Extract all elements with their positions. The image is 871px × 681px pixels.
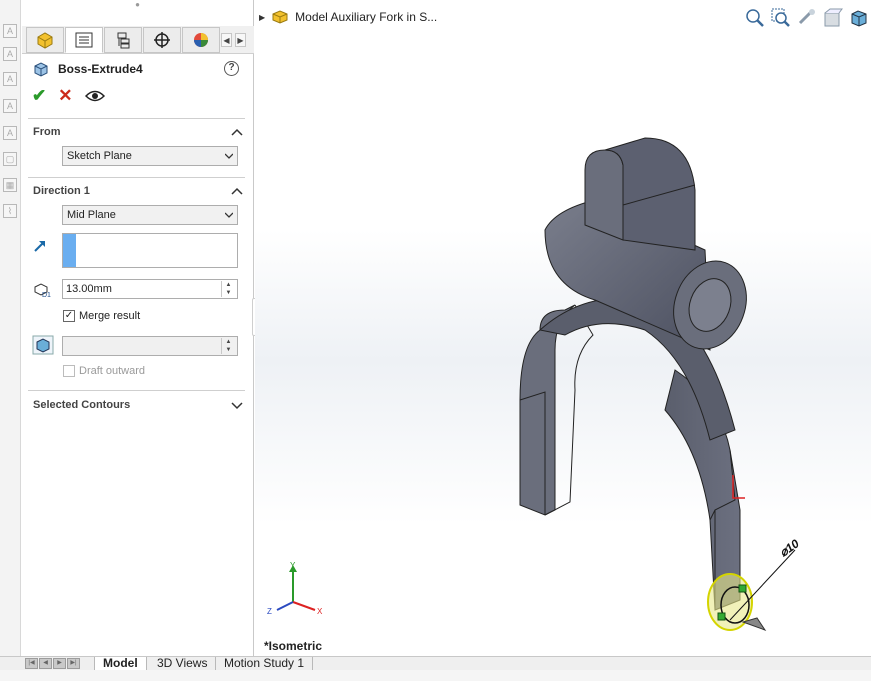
appearance-icon bbox=[194, 33, 208, 47]
chevron-down-icon bbox=[225, 212, 233, 218]
heads-up-toolbar bbox=[745, 8, 869, 28]
tab-dimxpert-manager[interactable] bbox=[143, 27, 181, 53]
action-buttons: ✔ ✕ bbox=[32, 86, 105, 106]
divider bbox=[28, 177, 245, 178]
sketch-text-icon[interactable]: A bbox=[3, 24, 17, 38]
cancel-button[interactable]: ✕ bbox=[58, 86, 72, 106]
draft-outward-checkbox[interactable] bbox=[63, 365, 75, 377]
sketch-text-icon[interactable]: A bbox=[3, 47, 17, 61]
expand-arrow-icon[interactable]: ▶ bbox=[259, 13, 265, 22]
preview-eye-icon[interactable] bbox=[84, 89, 105, 103]
merge-result-label: Merge result bbox=[79, 310, 141, 322]
merge-result-checkbox[interactable]: ✓ bbox=[63, 310, 75, 322]
direction1-group-title: Direction 1 bbox=[33, 185, 90, 197]
selected-contours-title: Selected Contours bbox=[33, 399, 131, 411]
chevron-down-icon bbox=[225, 153, 233, 159]
tab-motion-study[interactable]: Motion Study 1 bbox=[216, 657, 314, 671]
svg-text:D1: D1 bbox=[42, 292, 51, 298]
direction-selection-box[interactable] bbox=[62, 233, 238, 268]
layer-icon[interactable]: ▢ bbox=[3, 152, 17, 166]
help-icon[interactable]: ? bbox=[224, 61, 239, 76]
view-orientation-icon[interactable] bbox=[849, 8, 869, 28]
draft-angle-input[interactable]: ▲ ▼ bbox=[62, 336, 238, 356]
feature-title: Boss-Extrude4 bbox=[58, 62, 143, 76]
end-condition-select[interactable]: Mid Plane bbox=[62, 205, 238, 225]
status-bar bbox=[0, 670, 871, 681]
fork-model[interactable] bbox=[505, 130, 805, 640]
draft-outward-row[interactable]: Draft outward bbox=[63, 365, 145, 377]
tab-navigation: |◀ ◀ ▶ ▶| bbox=[25, 658, 80, 669]
from-group-title: From bbox=[33, 126, 61, 138]
from-select-value: Sketch Plane bbox=[67, 150, 132, 162]
draft-outward-label: Draft outward bbox=[79, 365, 146, 377]
divider bbox=[28, 390, 245, 391]
part-icon bbox=[272, 10, 288, 24]
tool-icon[interactable]: ⌇ bbox=[3, 204, 17, 218]
tab-model[interactable]: Model bbox=[94, 657, 147, 671]
boss-extrude-icon bbox=[34, 62, 48, 77]
depth-input[interactable]: 13.00mm ▲ ▼ bbox=[62, 279, 238, 299]
previous-view-icon[interactable] bbox=[797, 8, 817, 28]
direction-arrow-icon[interactable] bbox=[32, 238, 48, 254]
selection-focus-accent bbox=[63, 234, 76, 267]
part-name: Model Auxiliary Fork in S... bbox=[295, 10, 438, 24]
zoom-area-icon[interactable] bbox=[771, 8, 791, 28]
feature-tree-icon bbox=[37, 32, 53, 49]
from-select[interactable]: Sketch Plane bbox=[62, 146, 238, 166]
tab-feature-manager[interactable] bbox=[26, 27, 64, 53]
ok-button[interactable]: ✔ bbox=[32, 86, 46, 106]
feature-tree-flyout[interactable]: ▶ Model Auxiliary Fork in S... bbox=[259, 9, 437, 25]
tab-scroll-left[interactable]: ◀ bbox=[221, 33, 232, 47]
tab-property-manager[interactable] bbox=[65, 27, 103, 53]
manager-tabbar: ◀ ▶ bbox=[22, 26, 254, 54]
zoom-to-fit-icon[interactable] bbox=[745, 8, 765, 28]
triad-x-label: X bbox=[317, 607, 323, 616]
chevron-up-icon[interactable] bbox=[231, 186, 243, 196]
property-manager: ● ◀ ▶ Boss-Extrude4 ? ✔ ✕ From Sketch Pl… bbox=[22, 0, 254, 656]
depth-value: 13.00mm bbox=[66, 283, 112, 295]
draft-icon[interactable] bbox=[32, 335, 54, 355]
view-orientation-label: *Isometric bbox=[264, 639, 323, 653]
triad-y-label: Y bbox=[290, 561, 296, 570]
depth-spinner[interactable]: ▲ ▼ bbox=[221, 281, 235, 297]
prev-tab-icon[interactable]: ◀ bbox=[39, 658, 52, 669]
end-condition-value: Mid Plane bbox=[67, 209, 116, 221]
command-strip: A A A A A ▢ ▦ ⌇ bbox=[0, 0, 21, 656]
feature-header: Boss-Extrude4 ? bbox=[32, 58, 243, 80]
reference-triad: Y X Z bbox=[267, 561, 323, 616]
section-view-icon[interactable] bbox=[823, 8, 843, 28]
grid-icon[interactable]: ▦ bbox=[3, 178, 17, 192]
triad-z-label: Z bbox=[267, 607, 272, 616]
tab-3d-views[interactable]: 3D Views bbox=[149, 657, 217, 671]
graphics-area[interactable]: ▶ Model Auxiliary Fork in S... ⌀10 Y X Z… bbox=[255, 0, 871, 656]
crosshair-icon bbox=[154, 32, 170, 48]
divider bbox=[28, 118, 245, 119]
draft-angle-spinner[interactable]: ▲ ▼ bbox=[221, 338, 235, 354]
bottom-tab-bar: |◀ ◀ ▶ ▶| Model 3D Views Motion Study 1 bbox=[0, 656, 871, 671]
last-tab-icon[interactable]: ▶| bbox=[67, 658, 80, 669]
configuration-icon bbox=[117, 32, 130, 49]
sketch-text-icon[interactable]: A bbox=[3, 126, 17, 140]
merge-result-row[interactable]: ✓ Merge result bbox=[63, 310, 140, 322]
tab-scroll-right[interactable]: ▶ bbox=[235, 33, 246, 47]
tab-display-manager[interactable] bbox=[182, 27, 220, 53]
first-tab-icon[interactable]: |◀ bbox=[25, 658, 38, 669]
chevron-down-icon[interactable] bbox=[231, 400, 243, 410]
panel-grip[interactable]: ● bbox=[22, 0, 253, 10]
property-manager-icon bbox=[75, 32, 93, 48]
tab-configuration-manager[interactable] bbox=[104, 27, 142, 53]
chevron-up-icon[interactable] bbox=[231, 127, 243, 137]
depth-icon: D1 bbox=[34, 283, 51, 298]
sketch-text-icon[interactable]: A bbox=[3, 72, 17, 86]
sketch-text-icon[interactable]: A bbox=[3, 99, 17, 113]
next-tab-icon[interactable]: ▶ bbox=[53, 658, 66, 669]
